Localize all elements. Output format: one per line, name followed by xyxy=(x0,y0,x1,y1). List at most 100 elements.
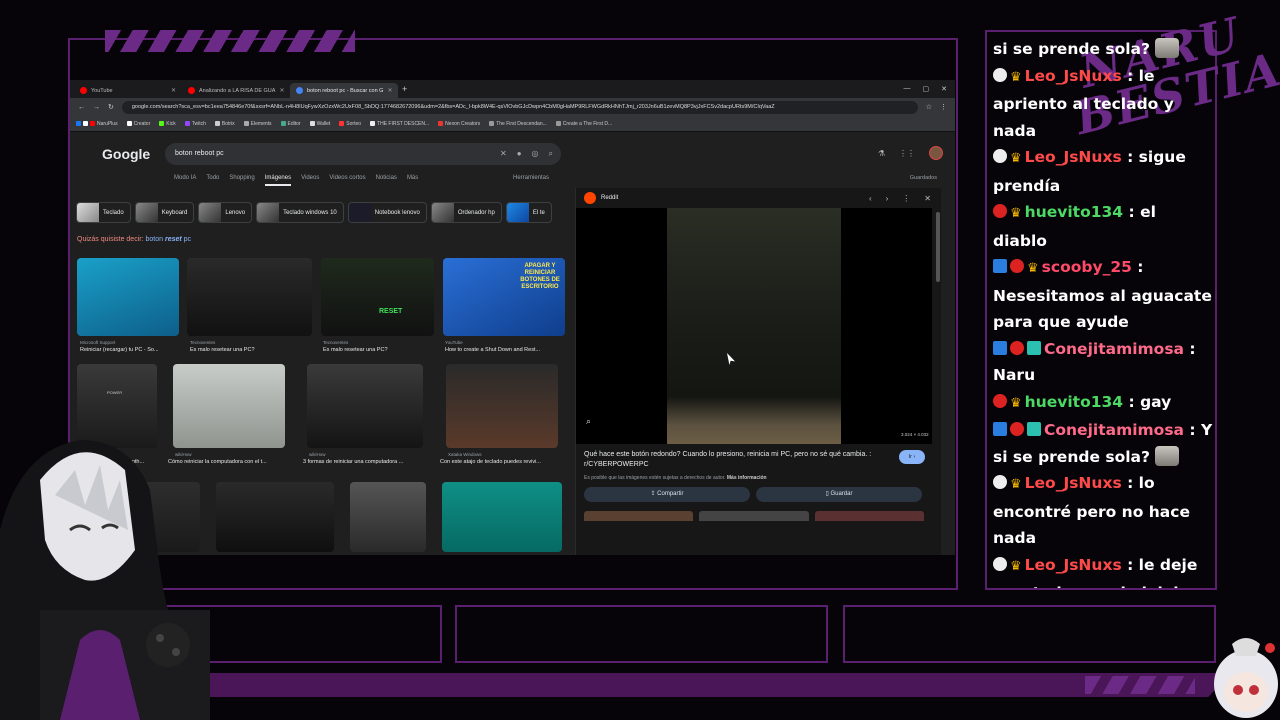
menu-icon[interactable]: ⋮ xyxy=(940,103,947,111)
labs-icon[interactable]: ⚗ xyxy=(878,149,885,158)
result-image[interactable] xyxy=(77,258,179,336)
result-image[interactable]: RESET xyxy=(321,258,434,336)
bookmark-item[interactable]: Botrix xyxy=(214,121,235,127)
bookmark-item[interactable]: Elements xyxy=(243,121,272,127)
reset-thumb-text: RESET xyxy=(379,308,403,315)
result-image[interactable] xyxy=(216,482,334,552)
bookmark-item[interactable]: Twitch xyxy=(184,121,206,127)
search-input[interactable]: boton reboot pc ✕ ● ◎ ⌕ xyxy=(165,143,561,165)
lens-icon[interactable]: ⌕ xyxy=(586,416,591,427)
result-caption[interactable]: Reiniciar (recargar) tu PC - So... xyxy=(80,347,180,353)
more-info-link[interactable]: Más información xyxy=(727,475,767,481)
bookmark-item[interactable]: NaruPlus xyxy=(76,121,118,127)
preview-source[interactable]: Reddit xyxy=(584,192,618,204)
chip[interactable]: Teclado xyxy=(76,202,131,223)
chip[interactable]: Teclado windows 10 xyxy=(256,202,344,223)
badge-icon xyxy=(993,204,1007,218)
star-icon[interactable]: ☆ xyxy=(926,103,932,111)
crown-icon: ♛ xyxy=(1010,395,1022,411)
tab-bar: YouTube ✕ Analizando a LA RISA DE GUA ✕ bo… xyxy=(70,80,955,98)
chip[interactable]: Keyboard xyxy=(134,202,195,223)
tab-videos-cortos[interactable]: Videos cortos xyxy=(329,175,365,186)
bookmark-item[interactable]: Wallet xyxy=(309,121,330,127)
tab-youtube[interactable]: YouTube ✕ xyxy=(74,83,182,98)
minimize-icon[interactable]: — xyxy=(904,85,911,93)
bookmark-item[interactable]: The First Descendan... xyxy=(489,121,547,127)
result-caption[interactable]: Con este atajo de teclado puedes revivi.… xyxy=(440,459,565,465)
google-icon xyxy=(296,87,303,94)
tab-todo[interactable]: Todo xyxy=(206,175,219,186)
preview-image[interactable] xyxy=(667,208,841,444)
result-image[interactable] xyxy=(446,364,558,448)
result-image[interactable] xyxy=(350,482,426,552)
result-image[interactable] xyxy=(187,258,312,336)
new-tab-icon[interactable]: + xyxy=(402,84,407,94)
bookmark-item[interactable]: Create a The First D... xyxy=(555,121,612,127)
url-field[interactable]: google.com/search?sca_esv=bc1eea754846e7… xyxy=(121,100,918,114)
prev-icon[interactable]: ‹ xyxy=(869,194,872,203)
save-button[interactable]: ▯ Guardar xyxy=(756,487,922,502)
avatar[interactable] xyxy=(929,146,943,160)
google-logo[interactable]: Google xyxy=(102,146,150,162)
close-icon[interactable]: ✕ xyxy=(171,87,176,94)
badge-icon xyxy=(993,422,1007,436)
chat-message: ♛ scooby_25 : Nesesitamos al aguacate par… xyxy=(993,258,1212,331)
tab-google-search[interactable]: boton reboot pc - Buscar con G ✕ xyxy=(290,83,398,98)
chip[interactable]: El te xyxy=(505,202,552,223)
close-window-icon[interactable]: ✕ xyxy=(941,85,947,93)
result-caption[interactable]: How to create a Shut Down and Rest... xyxy=(445,347,565,353)
search-icon[interactable]: ⌕ xyxy=(549,143,553,165)
tab-imagenes[interactable]: Imágenes xyxy=(264,175,292,186)
scrollbar[interactable] xyxy=(936,212,940,282)
next-icon[interactable]: › xyxy=(886,194,889,203)
result-image[interactable] xyxy=(307,364,423,448)
preview-title[interactable]: Qué hace este botón redondo? Cuando lo p… xyxy=(584,450,884,470)
close-icon[interactable]: ✕ xyxy=(279,87,284,94)
bookmark-item[interactable]: Creator xyxy=(126,121,150,127)
tab-analizando[interactable]: Analizando a LA RISA DE GUA ✕ xyxy=(182,83,290,98)
back-icon[interactable]: ← xyxy=(78,104,85,111)
result-caption[interactable]: Es malo resetear una PC? xyxy=(323,347,388,353)
tab-modo-ia[interactable]: Modo IA xyxy=(174,175,196,186)
close-icon[interactable]: ✕ xyxy=(924,194,931,203)
chip[interactable]: Notebook lenovo xyxy=(347,202,427,223)
cat-emote-icon xyxy=(1155,38,1180,58)
more-icon[interactable]: ⋮ xyxy=(902,194,910,203)
tab-shopping[interactable]: Shopping xyxy=(229,175,254,186)
bookmark-item[interactable]: Kick xyxy=(159,121,176,127)
bottom-band xyxy=(150,673,1230,697)
bottom-panel-mid xyxy=(455,605,828,663)
tab-mas[interactable]: Más xyxy=(407,175,418,186)
clear-icon[interactable]: ✕ xyxy=(500,143,507,165)
bookmark-item[interactable]: Editor xyxy=(280,121,301,127)
bookmark-item[interactable]: THE FIRST DESCEN... xyxy=(370,121,429,127)
bookmark-item[interactable]: Nexon Creators xyxy=(438,121,480,127)
mic-icon[interactable]: ● xyxy=(517,143,522,165)
tab-noticias[interactable]: Noticias xyxy=(376,175,397,186)
maximize-icon[interactable]: ▢ xyxy=(923,85,930,93)
visit-button[interactable]: Ir › xyxy=(899,450,925,464)
saved-button[interactable]: Guardados xyxy=(910,175,937,181)
close-icon[interactable]: ✕ xyxy=(387,87,392,94)
reload-icon[interactable]: ↻ xyxy=(108,103,114,111)
result-image[interactable]: APAGAR Y REINICIAR BOTONES DE ESCRITORIO xyxy=(443,258,565,336)
tab-videos[interactable]: Videos xyxy=(301,175,319,186)
result-caption[interactable]: Es malo resetear una PC? xyxy=(190,347,255,353)
bottom-panel-right xyxy=(843,605,1216,663)
result-caption[interactable]: 3 formas de reiniciar una computadora ..… xyxy=(303,459,425,465)
chip[interactable]: Lenovo xyxy=(198,202,253,223)
tools-button[interactable]: Herramientas xyxy=(513,175,549,181)
badge-icon xyxy=(1010,340,1024,355)
bookmark-item[interactable]: Sorteo xyxy=(339,121,361,127)
forward-icon[interactable]: → xyxy=(93,104,100,111)
bottom-stripes xyxy=(1085,676,1195,694)
lens-icon[interactable]: ◎ xyxy=(532,143,539,165)
apps-icon[interactable]: ⋮⋮ xyxy=(899,149,915,158)
chat-message: ♛ Leo_JsNuxs : le apriento al teclado y n… xyxy=(993,66,1174,140)
apagar-thumb-text: APAGAR Y REINICIAR BOTONES DE ESCRITORIO xyxy=(520,263,560,290)
chip[interactable]: Ordenador hp xyxy=(430,202,502,223)
share-button[interactable]: ⇪ Compartir xyxy=(584,487,750,502)
spelling-suggestion[interactable]: Quizás quisiste decir: boton reset pc xyxy=(77,236,191,243)
chat-message: ♛ huevito134 : gay xyxy=(993,389,1215,418)
result-image[interactable] xyxy=(442,482,562,552)
